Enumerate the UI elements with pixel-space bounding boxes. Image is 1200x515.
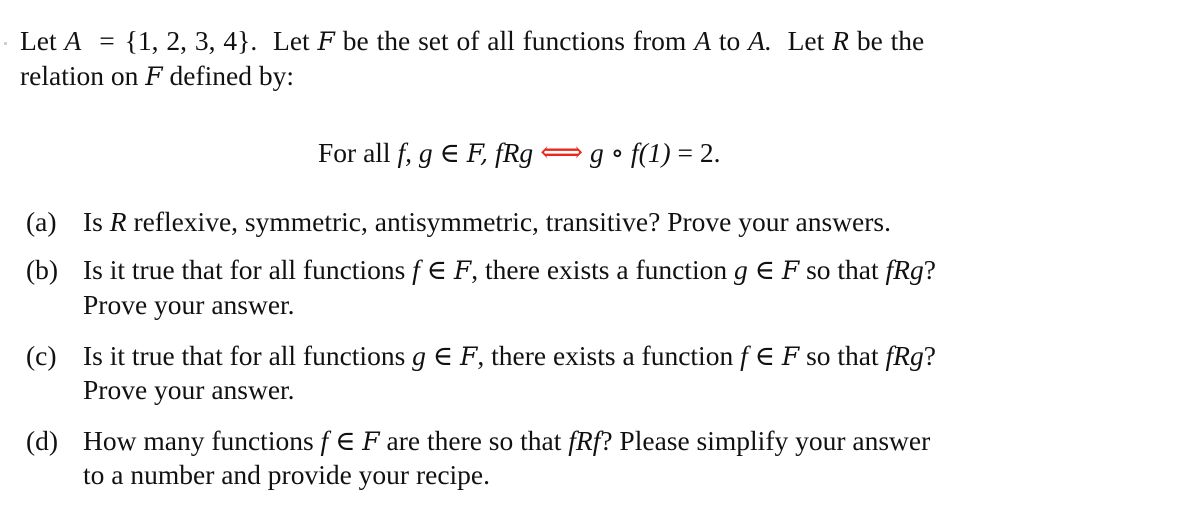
- element-of-symbol: ∈: [754, 254, 775, 285]
- element-of-symbol: ∈: [335, 425, 356, 456]
- math-script-F: F,: [466, 139, 489, 168]
- math-script-F: F: [460, 342, 478, 371]
- text: For all: [318, 137, 391, 168]
- part-a-line-1: Is R reflexive, symmetric, antisymmetric…: [83, 205, 891, 239]
- math-R: R: [109, 206, 127, 237]
- math-relation: fRg: [494, 137, 534, 168]
- math-script-F: F: [145, 62, 163, 91]
- text: Is it true that for all functions: [83, 340, 406, 371]
- math-composition: g ∘ f(1): [589, 137, 671, 168]
- text: be the: [856, 25, 925, 56]
- math-script-F: F: [781, 342, 800, 371]
- math-g: g: [412, 340, 426, 371]
- text: Let: [787, 25, 825, 56]
- iff-arrow-icon: ⟺: [540, 136, 584, 169]
- relation-definition: For all f, g ∈ F, fRg ⟺ g ∘ f(1) = 2.: [318, 136, 721, 171]
- text: so that: [806, 340, 879, 371]
- text: to: [718, 25, 741, 56]
- math-vars: f, g: [397, 137, 433, 168]
- math-f: f: [740, 340, 748, 371]
- equals-sign: =: [677, 137, 694, 168]
- part-label: (d): [26, 425, 59, 456]
- text: , there exists a function: [471, 254, 728, 285]
- text: relation on: [20, 60, 139, 91]
- intro-line-2: relation on F defined by:: [20, 59, 294, 94]
- math-script-F: F: [362, 427, 380, 456]
- math-g: g: [733, 254, 748, 285]
- math-relation: fRg: [885, 340, 924, 371]
- part-d-line-1: How many functions f ∈ F are there so th…: [83, 424, 930, 459]
- text: be the set of all functions from: [342, 25, 687, 56]
- part-label: (c): [26, 340, 57, 371]
- intro-line-1: Let A = {1, 2, 3, 4}. Let F be the set of…: [20, 24, 924, 59]
- math-script-F: F: [317, 27, 335, 56]
- element-of-symbol: ∈: [426, 254, 448, 285]
- equals-sign: =: [99, 25, 115, 56]
- math-A: A: [64, 25, 82, 56]
- element-of-symbol: ∈: [439, 137, 460, 168]
- math-script-F: F: [781, 256, 800, 285]
- part-b-line-2: Prove your answer.: [83, 289, 295, 320]
- text: How many functions: [83, 425, 314, 456]
- math-f: f: [412, 254, 420, 285]
- text: ?: [923, 254, 936, 285]
- text: , there exists a function: [477, 340, 734, 371]
- math-A: A.: [748, 25, 772, 56]
- math-relation: fRg: [885, 254, 924, 285]
- part-d-line-2: to a number and provide your recipe.: [83, 459, 491, 490]
- text: ? Please simplify your answer: [600, 425, 931, 456]
- part-label: (a): [26, 206, 57, 237]
- text: Let: [20, 25, 57, 56]
- text: so that: [806, 254, 879, 285]
- math-script-F: F: [453, 256, 472, 285]
- part-b-line-1: Is it true that for all functions f ∈ F,…: [83, 253, 936, 288]
- math-relation: fRf: [568, 425, 601, 456]
- text: reflexive, symmetric, antisymmetric, tra…: [133, 206, 891, 237]
- text: Is it true that for all functions: [83, 254, 406, 285]
- text: defined by:: [169, 60, 294, 91]
- element-of-symbol: ∈: [754, 340, 775, 371]
- math-R: R: [832, 25, 849, 56]
- math-f: f: [320, 425, 329, 456]
- part-c-line-1: Is it true that for all functions g ∈ F,…: [83, 339, 936, 374]
- math-A: A: [694, 25, 712, 56]
- text: are there so that: [386, 425, 562, 456]
- set-literal: {1, 2, 3, 4}.: [124, 25, 258, 56]
- math-value: 2.: [699, 137, 721, 168]
- edge-mark: [4, 42, 7, 45]
- part-c-line-2: Prove your answer.: [83, 374, 295, 405]
- part-label: (b): [26, 254, 59, 285]
- text: Is: [83, 206, 103, 237]
- text: Let: [273, 25, 310, 56]
- element-of-symbol: ∈: [432, 340, 454, 371]
- text: ?: [923, 340, 936, 371]
